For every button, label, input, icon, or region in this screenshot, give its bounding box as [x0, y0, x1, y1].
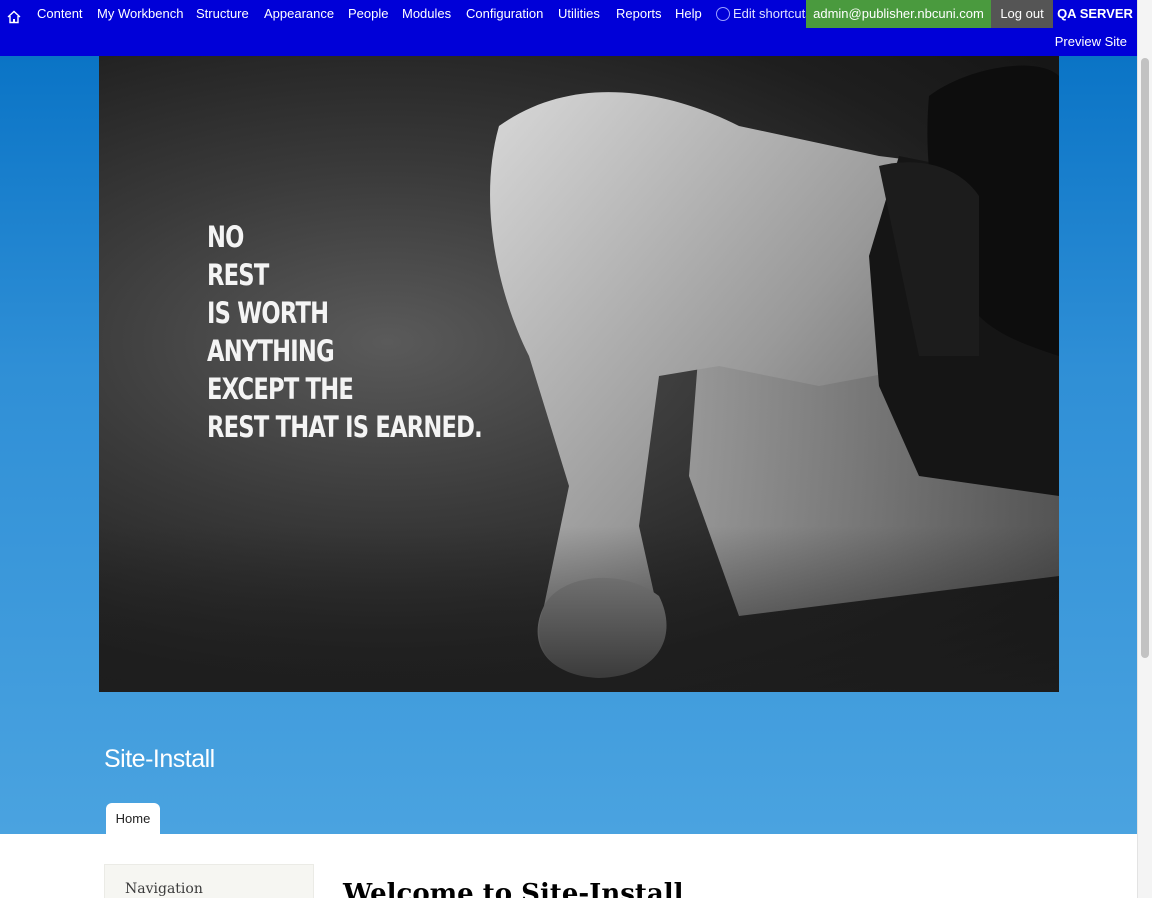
- menu-configuration[interactable]: Configuration: [466, 0, 543, 28]
- quote-line: REST: [207, 258, 269, 292]
- menu-my-workbench[interactable]: My Workbench: [97, 0, 183, 28]
- menu-content[interactable]: Content: [37, 0, 83, 28]
- menu-utilities[interactable]: Utilities: [558, 0, 600, 28]
- menu-reports[interactable]: Reports: [616, 0, 662, 28]
- scrollbar-thumb[interactable]: [1141, 58, 1149, 658]
- page-scrollbar[interactable]: [1137, 0, 1152, 898]
- logout-link[interactable]: Log out: [991, 0, 1053, 28]
- hero-quote: NO REST IS WORTH ANYTHING EXCEPT THE RES…: [207, 218, 483, 446]
- page-title: Welcome to Site-Install: [343, 879, 684, 898]
- quote-line: IS WORTH: [207, 296, 329, 330]
- sidebar-navigation-block: Navigation: [104, 864, 314, 898]
- menu-structure[interactable]: Structure: [196, 0, 249, 28]
- quote-line: REST THAT IS EARNED.: [207, 410, 483, 444]
- tab-home[interactable]: Home: [106, 803, 160, 834]
- hero-floor-shadow: [99, 526, 1059, 692]
- home-icon[interactable]: [7, 6, 23, 24]
- site-name-link[interactable]: Site-Install: [104, 745, 215, 774]
- shortcuts-plus-icon: [716, 7, 730, 21]
- quote-line: EXCEPT THE: [207, 372, 354, 406]
- main-content-area: Navigation Welcome to Site-Install: [0, 834, 1137, 898]
- user-account-link[interactable]: admin@publisher.nbcuni.com: [806, 0, 991, 28]
- menu-modules[interactable]: Modules: [402, 0, 451, 28]
- menu-appearance[interactable]: Appearance: [264, 0, 334, 28]
- preview-site-link[interactable]: Preview Site: [1055, 28, 1127, 56]
- shortcuts-label: Edit shortcuts: [733, 6, 812, 21]
- admin-toolbar: Content My Workbench Structure Appearanc…: [0, 0, 1137, 56]
- quote-line: ANYTHING: [207, 334, 335, 368]
- hero-banner-image: NO REST IS WORTH ANYTHING EXCEPT THE RES…: [99, 56, 1059, 692]
- quote-line: NO: [207, 220, 244, 254]
- sidebar-block-title: Navigation: [125, 881, 203, 897]
- menu-help[interactable]: Help: [675, 0, 702, 28]
- site-header: NO REST IS WORTH ANYTHING EXCEPT THE RES…: [0, 56, 1137, 834]
- server-label: QA SERVER: [1057, 6, 1133, 21]
- menu-people[interactable]: People: [348, 0, 388, 28]
- toolbar-menu-bar: Content My Workbench Structure Appearanc…: [0, 0, 1137, 28]
